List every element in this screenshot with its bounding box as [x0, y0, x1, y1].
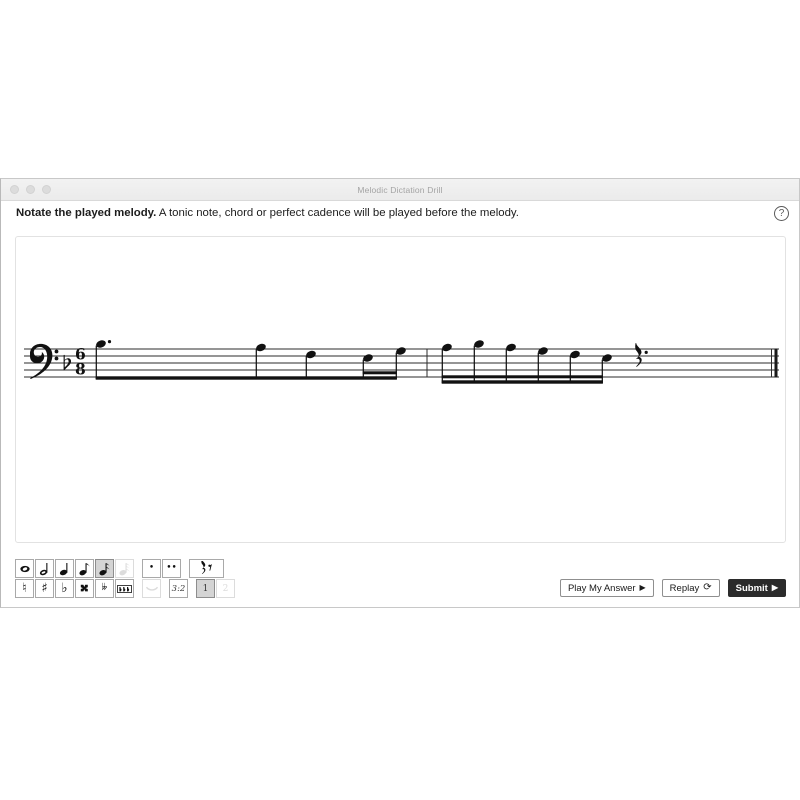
palette-sharp-button[interactable]: ♯: [35, 579, 54, 598]
quarter-note-icon: [59, 562, 67, 575]
submit-label: Submit: [735, 582, 768, 594]
beam-primary: [95, 376, 397, 380]
palette-double-flat-button[interactable]: 𝄫: [95, 579, 114, 598]
palette-rest-button[interactable]: [189, 559, 224, 578]
palette-voice-1-button[interactable]: 1: [196, 579, 215, 598]
palette-half-note-button[interactable]: [35, 559, 54, 578]
palette-double-sharp-button[interactable]: [75, 579, 94, 598]
tie-icon: [145, 586, 158, 591]
palette-whole-note-button[interactable]: [15, 559, 34, 578]
replay-loop-icon: ⟳: [703, 582, 712, 593]
window-titlebar: Melodic Dictation Drill: [1, 179, 799, 201]
augmentation-dot: [644, 350, 648, 354]
measure-2: [441, 340, 612, 384]
thirtysecond-note-icon: [118, 562, 130, 575]
augmentation-dot: [107, 340, 112, 344]
palette-row-durations: • ••: [15, 559, 236, 578]
action-bar: Play My Answer ▶ Replay ⟳ Submit ▶: [559, 579, 786, 597]
voice-2-label: 2: [222, 583, 229, 594]
double-dot-icon: ••: [166, 563, 177, 573]
palette-flat-button[interactable]: ♭: [55, 579, 74, 598]
close-button[interactable]: [10, 185, 19, 194]
beam-secondary: [362, 371, 397, 375]
replay-button[interactable]: Replay ⟳: [661, 579, 720, 597]
tuplet-label: 3:2: [171, 583, 186, 594]
palette-dot-button[interactable]: •: [142, 559, 161, 578]
palette-double-dot-button[interactable]: ••: [162, 559, 181, 578]
whole-note-icon: [19, 565, 30, 572]
replay-label: Replay: [669, 582, 700, 594]
rest-icon: [200, 560, 212, 574]
window-controls: [10, 179, 51, 200]
palette-sixteenth-note-button[interactable]: [95, 559, 114, 578]
eighth-note-icon: [78, 562, 90, 575]
double-flat-icon: 𝄫: [101, 583, 108, 593]
measure-1: [95, 340, 406, 380]
palette-eighth-note-button[interactable]: [75, 559, 94, 578]
note-palette: • •• ♮ ♯ ♭ 𝄫 3:2 1 2: [15, 559, 236, 598]
palette-tuplet-button[interactable]: 3:2: [169, 579, 188, 598]
play-my-answer-button[interactable]: Play My Answer ▶: [559, 579, 654, 597]
zoom-button[interactable]: [42, 185, 51, 194]
dot-icon: •: [148, 563, 155, 573]
submit-play-icon: ▶: [771, 583, 778, 592]
natural-icon: ♮: [22, 581, 27, 596]
beam-primary: [441, 380, 603, 384]
sixteenth-note-icon: [98, 562, 110, 575]
play-icon: ▶: [639, 583, 646, 592]
half-note-icon: [39, 562, 47, 575]
triple-flat-icon: [117, 584, 132, 593]
voice-1-label: 1: [202, 583, 209, 594]
help-circle-icon[interactable]: ?: [774, 206, 789, 221]
help-glyph: ?: [778, 207, 785, 219]
prompt-bold: Notate the played melody.: [16, 207, 157, 219]
svg-text:8: 8: [75, 359, 86, 378]
play-my-answer-label: Play My Answer: [567, 582, 636, 594]
palette-natural-button[interactable]: ♮: [15, 579, 34, 598]
prompt-bar: Notate the played melody. A tonic note, …: [1, 201, 800, 229]
music-staff: 6 8: [24, 340, 779, 384]
minimize-button[interactable]: [26, 185, 35, 194]
flat-icon: ♭: [61, 581, 68, 596]
palette-tie-button: [142, 579, 161, 598]
prompt-rest: A tonic note, chord or perfect cadence w…: [156, 207, 519, 219]
app-root: Melodic Dictation Drill Notate the playe…: [0, 0, 800, 800]
double-sharp-icon: [80, 584, 88, 592]
app-window: Melodic Dictation Drill Notate the playe…: [0, 178, 800, 608]
prompt-text: Notate the played melody. A tonic note, …: [16, 205, 519, 221]
sharp-icon: ♯: [41, 581, 48, 596]
notation-canvas[interactable]: 6 8: [15, 236, 786, 543]
palette-thirtysecond-note-button: [115, 559, 134, 578]
palette-voice-2-button: 2: [216, 579, 235, 598]
window-title: Melodic Dictation Drill: [357, 184, 443, 195]
palette-quarter-note-button[interactable]: [55, 559, 74, 578]
submit-button[interactable]: Submit ▶: [727, 579, 786, 597]
palette-triple-flat-button[interactable]: [115, 579, 134, 598]
palette-row-accidentals: ♮ ♯ ♭ 𝄫 3:2 1 2: [15, 579, 236, 598]
beam-secondary: [441, 375, 603, 379]
time-signature: 6 8: [75, 344, 86, 378]
